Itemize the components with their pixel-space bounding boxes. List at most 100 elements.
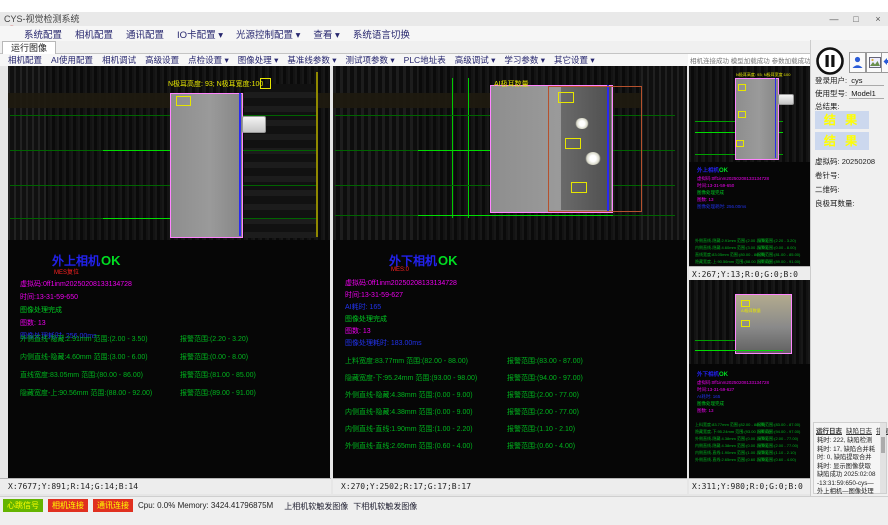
- log-tab-run[interactable]: 运行日志: [816, 425, 842, 435]
- detect-box: [738, 111, 746, 118]
- alarm-range: 报警范围:(0.00 - 8.00): [757, 245, 796, 251]
- tool-learning-params[interactable]: 学习参数 ▾: [504, 54, 545, 66]
- left-camera-view[interactable]: N极耳高度: 93; N极耳宽度:100 外上相机OK MES复位 虚拟码:0f…: [8, 66, 330, 478]
- menu-item-light-config[interactable]: 光源控制配置 ▾: [236, 27, 300, 41]
- window-controls: — □ ×: [826, 12, 886, 26]
- camera-status-badge: 相机连接: [48, 499, 88, 512]
- tool-advanced-debug[interactable]: 高级调试 ▾: [455, 54, 496, 66]
- login-user-value[interactable]: cys: [849, 76, 884, 86]
- tool-plc-address[interactable]: PLC地址表: [404, 54, 446, 66]
- right-camera-view[interactable]: AI极耳数量 外下相机OK MES:0 虚拟码:0ff1inm202502081…: [333, 66, 687, 478]
- alarm-range: 报警范围:(2.20 - 3.20): [757, 238, 796, 244]
- camera-info-block: 虚拟码:0ff1inm20250208133134728 时间:13-31-59…: [345, 278, 457, 350]
- maximize-button[interactable]: □: [848, 12, 864, 26]
- menu-item-view[interactable]: 查看 ▾: [313, 27, 339, 41]
- menu-item-language[interactable]: 系统语言切换: [353, 27, 410, 41]
- log-tabs: 运行日志 缺陷日志 错误日志: [814, 423, 886, 436]
- menu-item-io-config[interactable]: IO卡配置 ▾: [177, 27, 223, 41]
- log-scrollbar-thumb[interactable]: [881, 437, 885, 453]
- process-elapsed: 图像处理耗时: 183.00ms: [345, 338, 457, 350]
- tool-test-params[interactable]: 测试项参数 ▾: [346, 54, 395, 66]
- product-region: [170, 93, 243, 238]
- tool-ai-usage-config[interactable]: AI使用配置: [51, 54, 93, 66]
- login-user-row: 登录用户: cys: [815, 75, 886, 86]
- close-button[interactable]: ×: [870, 12, 886, 26]
- menu-item-comm-config[interactable]: 通讯配置: [126, 27, 164, 41]
- timestamp: 时间:13-31-59-650: [697, 182, 769, 189]
- reference-line: [695, 340, 735, 341]
- detect-box: [741, 320, 750, 327]
- roi-box: [548, 86, 642, 212]
- lower-camera-trigger-status: 下相机软触发图像: [353, 499, 417, 512]
- log-tab-defect[interactable]: 缺陷日志: [846, 425, 872, 435]
- status-hint-text: 相机连接成功 模型加载成功 参数加载成功: [690, 55, 810, 65]
- measurement-row: 外侧直线-隐藏:2.91mm 范围:(2.00 - 3.50)报警范围:(2.2…: [695, 238, 768, 244]
- menu-item-system-config[interactable]: 系统配置: [24, 27, 62, 41]
- tool-image-processing[interactable]: 图像处理 ▾: [238, 54, 279, 66]
- mini-bottom-camera-view[interactable]: AI极耳数量 外下相机OK 虚拟码:0ff1inm202502081331347…: [689, 280, 810, 478]
- log-text: 耗时: 222, 缺陷检测耗时: 17, 缺陷合并耗时: 0, 缺陷提取合并耗时…: [814, 436, 886, 505]
- image-icon: [869, 57, 881, 68]
- qr-code-row: 二维码:: [815, 184, 886, 195]
- tool-other-settings[interactable]: 其它设置 ▾: [554, 54, 595, 66]
- result-display-lower: 结 果: [815, 132, 869, 150]
- frame-count: 图数: 13: [697, 407, 769, 414]
- upper-camera-trigger-status: 上相机软触发图像: [284, 499, 348, 512]
- minimize-button[interactable]: —: [826, 12, 842, 26]
- measurement-row: 外侧直线-直线:2.65mm 范围:(0.60 - 4.00) 报警范围:(0.…: [345, 441, 687, 451]
- detect-box: [736, 140, 744, 147]
- camera-info-block: 虚拟码:0ff1inm20250208133134728 时间:13-31-59…: [697, 175, 769, 210]
- alarm-range: 报警范围:(0.60 - 4.00): [507, 441, 575, 451]
- tool-spot-check[interactable]: 点检设置 ▾: [188, 54, 229, 66]
- alarm-range: 报警范围:(2.00 - 77.00): [757, 443, 798, 449]
- tab-strip: 运行图像: [0, 41, 810, 54]
- user-login-button[interactable]: [849, 52, 866, 73]
- measurement-text: 上料宽度:83.77mm 范围:(82.00 - 88.00): [345, 358, 468, 365]
- tab-count-row: 良极耳数量:: [815, 198, 886, 209]
- measurement-row: 隐藏宽度-下:95.24mm 范围:(93.00 - 98.00)报警范围:(9…: [695, 429, 771, 435]
- alarm-range: 报警范围:(1.10 - 2.10): [507, 424, 575, 434]
- vertical-measure-line: [452, 78, 453, 218]
- measure-line: [695, 350, 783, 351]
- tool-camera-config[interactable]: 相机配置: [8, 54, 42, 66]
- tool-baseline-params[interactable]: 基准线参数 ▾: [287, 54, 336, 66]
- measure-line: [418, 215, 613, 216]
- measurement-row: 隐藏宽度-上:90.56mm 范围:(88.00 - 92.00) 报警范围:(…: [20, 388, 330, 398]
- camera-result-title: 外下相机OK: [697, 370, 728, 378]
- glare-spot: [575, 118, 589, 129]
- model-value[interactable]: Model1: [849, 89, 884, 99]
- measurement-text: 隐藏宽度-下:95.24mm 范围:(93.00 - 98.00): [345, 375, 477, 382]
- alarm-range: 报警范围:(0.60 - 4.00): [757, 457, 796, 463]
- mini-top-camera-view[interactable]: N极耳高度: 93; N极耳宽度:100 外上相机OK 虚拟码:0ff1inm2…: [689, 66, 810, 266]
- alarm-range: 报警范围:(2.00 - 77.00): [507, 390, 579, 400]
- tool-advanced-settings[interactable]: 高级设置: [145, 54, 179, 66]
- glare-spot: [585, 152, 601, 165]
- alarm-range: 报警范围:(94.00 - 97.00): [507, 373, 583, 383]
- process-done: 图像处理完成: [345, 314, 457, 326]
- detect-box: [565, 138, 581, 149]
- virtual-code: 虚拟码:0ff1inm20250208133134728: [20, 278, 132, 291]
- status-bar: 心跳信号 相机连接 通讯连接 Cpu: 0.0% Memory: 3424.41…: [0, 496, 888, 525]
- measurement-row: 内侧直线-直线:1.90mm 范围:(1.00 - 2.20)报警范围:(1.1…: [695, 450, 768, 456]
- login-user-label: 登录用户:: [815, 76, 847, 85]
- tab-run-image[interactable]: 运行图像: [2, 41, 56, 54]
- pause-button[interactable]: [815, 46, 845, 76]
- measurement-text: 上料宽度:83.77mm 范围:(82.00 - 88.00): [695, 422, 765, 427]
- measurement-row: 隐藏宽度-上:90.56mm 范围:(88.00 - 92.00)报警范围:(8…: [695, 259, 771, 265]
- alarm-range: 报警范围:(0.00 - 8.00): [180, 352, 248, 362]
- ok-status: OK: [438, 253, 458, 268]
- logout-button[interactable]: [881, 52, 888, 73]
- detect-box: [558, 92, 574, 103]
- timestamp: 时间:13-31-59-650: [20, 291, 132, 304]
- yellow-reference-line: [316, 72, 318, 237]
- log-scrollbar[interactable]: [880, 423, 886, 493]
- total-result-label: 总结果:: [815, 102, 840, 111]
- measurement-text: 直线宽度:83.05mm 范围:(80.00 - 86.00): [20, 372, 143, 379]
- menu-item-camera-config[interactable]: 相机配置: [75, 27, 113, 41]
- alarm-range: 报警范围:(83.00 - 87.00): [507, 356, 583, 366]
- detect-box: [738, 84, 746, 91]
- comm-status-badge: 通讯连接: [93, 499, 133, 512]
- left-camera-scene: N极耳高度: 93; N极耳宽度:100: [8, 66, 330, 240]
- tool-camera-debug[interactable]: 相机调试: [102, 54, 136, 66]
- alarm-range: 报警范围:(89.00 - 91.00): [180, 388, 256, 398]
